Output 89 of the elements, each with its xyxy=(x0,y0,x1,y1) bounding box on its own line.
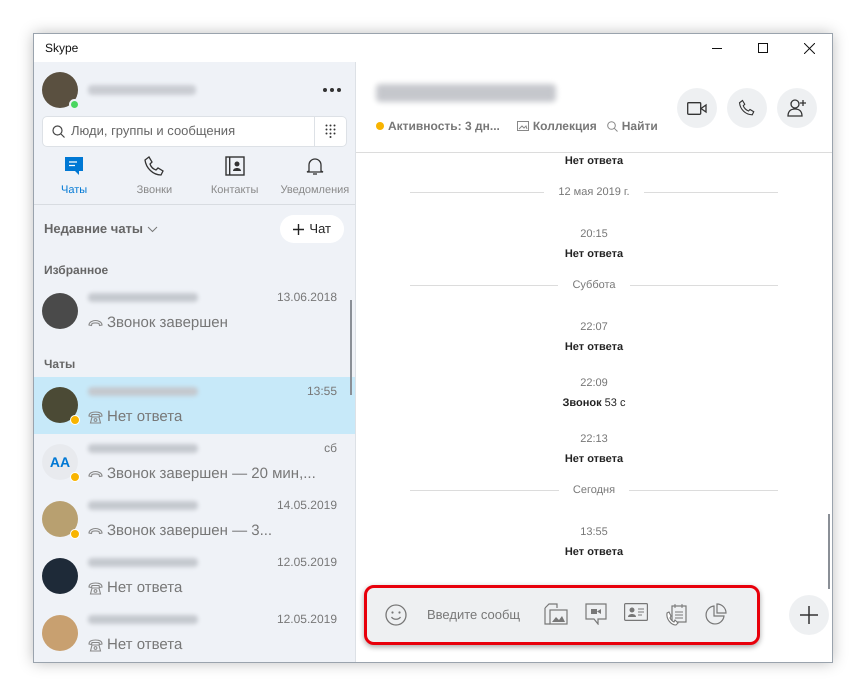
call-status: Звонок 53 с xyxy=(562,396,626,411)
chat-time: сб xyxy=(324,440,337,458)
section-header: Чаты xyxy=(43,356,76,373)
hang-up-icon xyxy=(88,527,103,536)
phone-icon xyxy=(738,99,756,117)
call-status: Нет ответа xyxy=(564,247,624,262)
message-time: 22:09 xyxy=(580,376,608,391)
dialpad-icon xyxy=(325,124,336,138)
call-status: Нет ответа xyxy=(564,154,624,169)
schedule-call-icon[interactable] xyxy=(665,603,687,627)
close-icon xyxy=(804,42,814,54)
bell-icon xyxy=(304,156,325,176)
scrollbar-thumb[interactable] xyxy=(350,300,352,395)
search-icon xyxy=(52,124,65,138)
chevron-down-icon[interactable] xyxy=(147,226,158,233)
avatar xyxy=(42,615,78,652)
avatar xyxy=(42,293,78,330)
telephone-icon xyxy=(88,582,103,595)
section-header: Избранное xyxy=(43,262,110,279)
chat-list-item[interactable]: 12.05.2019 Нет ответа xyxy=(34,548,355,605)
chat-preview: Нет ответа xyxy=(107,635,182,656)
tab[interactable]: Звонки xyxy=(114,148,194,204)
image-icon[interactable] xyxy=(544,603,568,625)
chat-list-item[interactable]: 13.06.2018 Звонок завершен xyxy=(34,282,355,340)
add-person-button[interactable] xyxy=(777,88,817,128)
telephone-icon xyxy=(88,410,103,424)
video-camera-icon xyxy=(687,102,707,114)
chat-list-item[interactable]: 14.05.2019 Звонок завершен — 3... xyxy=(34,490,355,548)
message-time: 20:15 xyxy=(580,227,608,242)
window-title: Skype xyxy=(45,40,78,57)
maximize-icon xyxy=(758,43,768,53)
video-message-icon[interactable] xyxy=(585,603,607,625)
profile-avatar[interactable] xyxy=(42,72,78,108)
chat-time: 12.05.2019 xyxy=(276,611,337,628)
tab[interactable]: Уведомления xyxy=(274,148,355,204)
contact-book-icon xyxy=(224,156,245,176)
audio-call-button[interactable] xyxy=(727,88,767,128)
avatar xyxy=(42,558,78,594)
chat-preview: Нет ответа xyxy=(107,578,182,598)
add-person-icon xyxy=(787,99,807,117)
avatar xyxy=(42,501,78,538)
recent-chats-label[interactable]: Недавние чаты xyxy=(44,219,144,239)
message-time: 13:55 xyxy=(580,525,608,540)
search-field[interactable]: Люди, группы и сообщения xyxy=(42,116,347,147)
activity-status: Активность: 3 дн... xyxy=(388,118,500,135)
tab[interactable]: Контакты xyxy=(194,148,275,204)
chat-list-item[interactable]: 13:55 Нет ответа xyxy=(34,376,355,434)
chat-preview: Нет ответа xyxy=(107,407,182,428)
video-call-button[interactable] xyxy=(677,88,717,128)
call-status: Нет ответа xyxy=(564,452,624,467)
message-time: 22:07 xyxy=(580,320,608,335)
chat-time: 13.06.2018 xyxy=(276,289,337,306)
chat-time: 14.05.2019 xyxy=(276,497,337,514)
new-chat-button[interactable]: Чат xyxy=(280,215,344,244)
phone-icon xyxy=(144,156,164,176)
hang-up-icon xyxy=(88,319,103,328)
chat-preview: Звонок завершен — 20 мин,... xyxy=(107,464,316,484)
call-status: Нет ответа xyxy=(564,545,624,560)
pie-chart-icon[interactable] xyxy=(704,603,727,626)
smiley-icon[interactable] xyxy=(385,604,407,626)
image-icon xyxy=(516,121,529,131)
chat-list-item[interactable]: 12.05.2019 Нет ответа xyxy=(34,604,355,662)
message-time: 22:13 xyxy=(580,432,608,447)
message-input[interactable]: Введите сообщ xyxy=(427,605,532,625)
more-options-button[interactable] xyxy=(323,88,341,92)
avatar xyxy=(42,387,78,424)
date-separator: 12 мая 2019 г. xyxy=(557,184,631,200)
add-button[interactable] xyxy=(789,595,829,635)
chat-preview: Звонок завершен xyxy=(107,313,228,334)
plus-icon xyxy=(293,224,304,235)
collection-link[interactable]: Коллекция xyxy=(532,117,597,135)
scrollbar-thumb[interactable] xyxy=(828,514,830,589)
chat-bubble-icon xyxy=(64,156,84,176)
telephone-icon xyxy=(88,638,103,652)
hang-up-icon xyxy=(88,470,103,478)
more-icon xyxy=(323,88,341,92)
avatar-initials: AA xyxy=(42,444,78,480)
chat-list-item[interactable]: AA сб Звонок завершен — 20 мин,... xyxy=(34,434,355,491)
date-separator: Сегодня xyxy=(572,482,616,498)
chat-preview: Звонок завершен — 3... xyxy=(107,521,272,542)
contact-card-icon[interactable] xyxy=(624,603,648,621)
tab[interactable]: Чаты xyxy=(34,148,114,204)
date-separator: Суббота xyxy=(571,278,617,293)
find-link[interactable]: Найти xyxy=(622,117,658,135)
search-icon xyxy=(606,120,618,132)
chat-time: 12.05.2019 xyxy=(276,554,337,572)
call-status: Нет ответа xyxy=(564,340,624,355)
plus-icon xyxy=(800,606,818,624)
chat-time: 13:55 xyxy=(306,383,337,400)
